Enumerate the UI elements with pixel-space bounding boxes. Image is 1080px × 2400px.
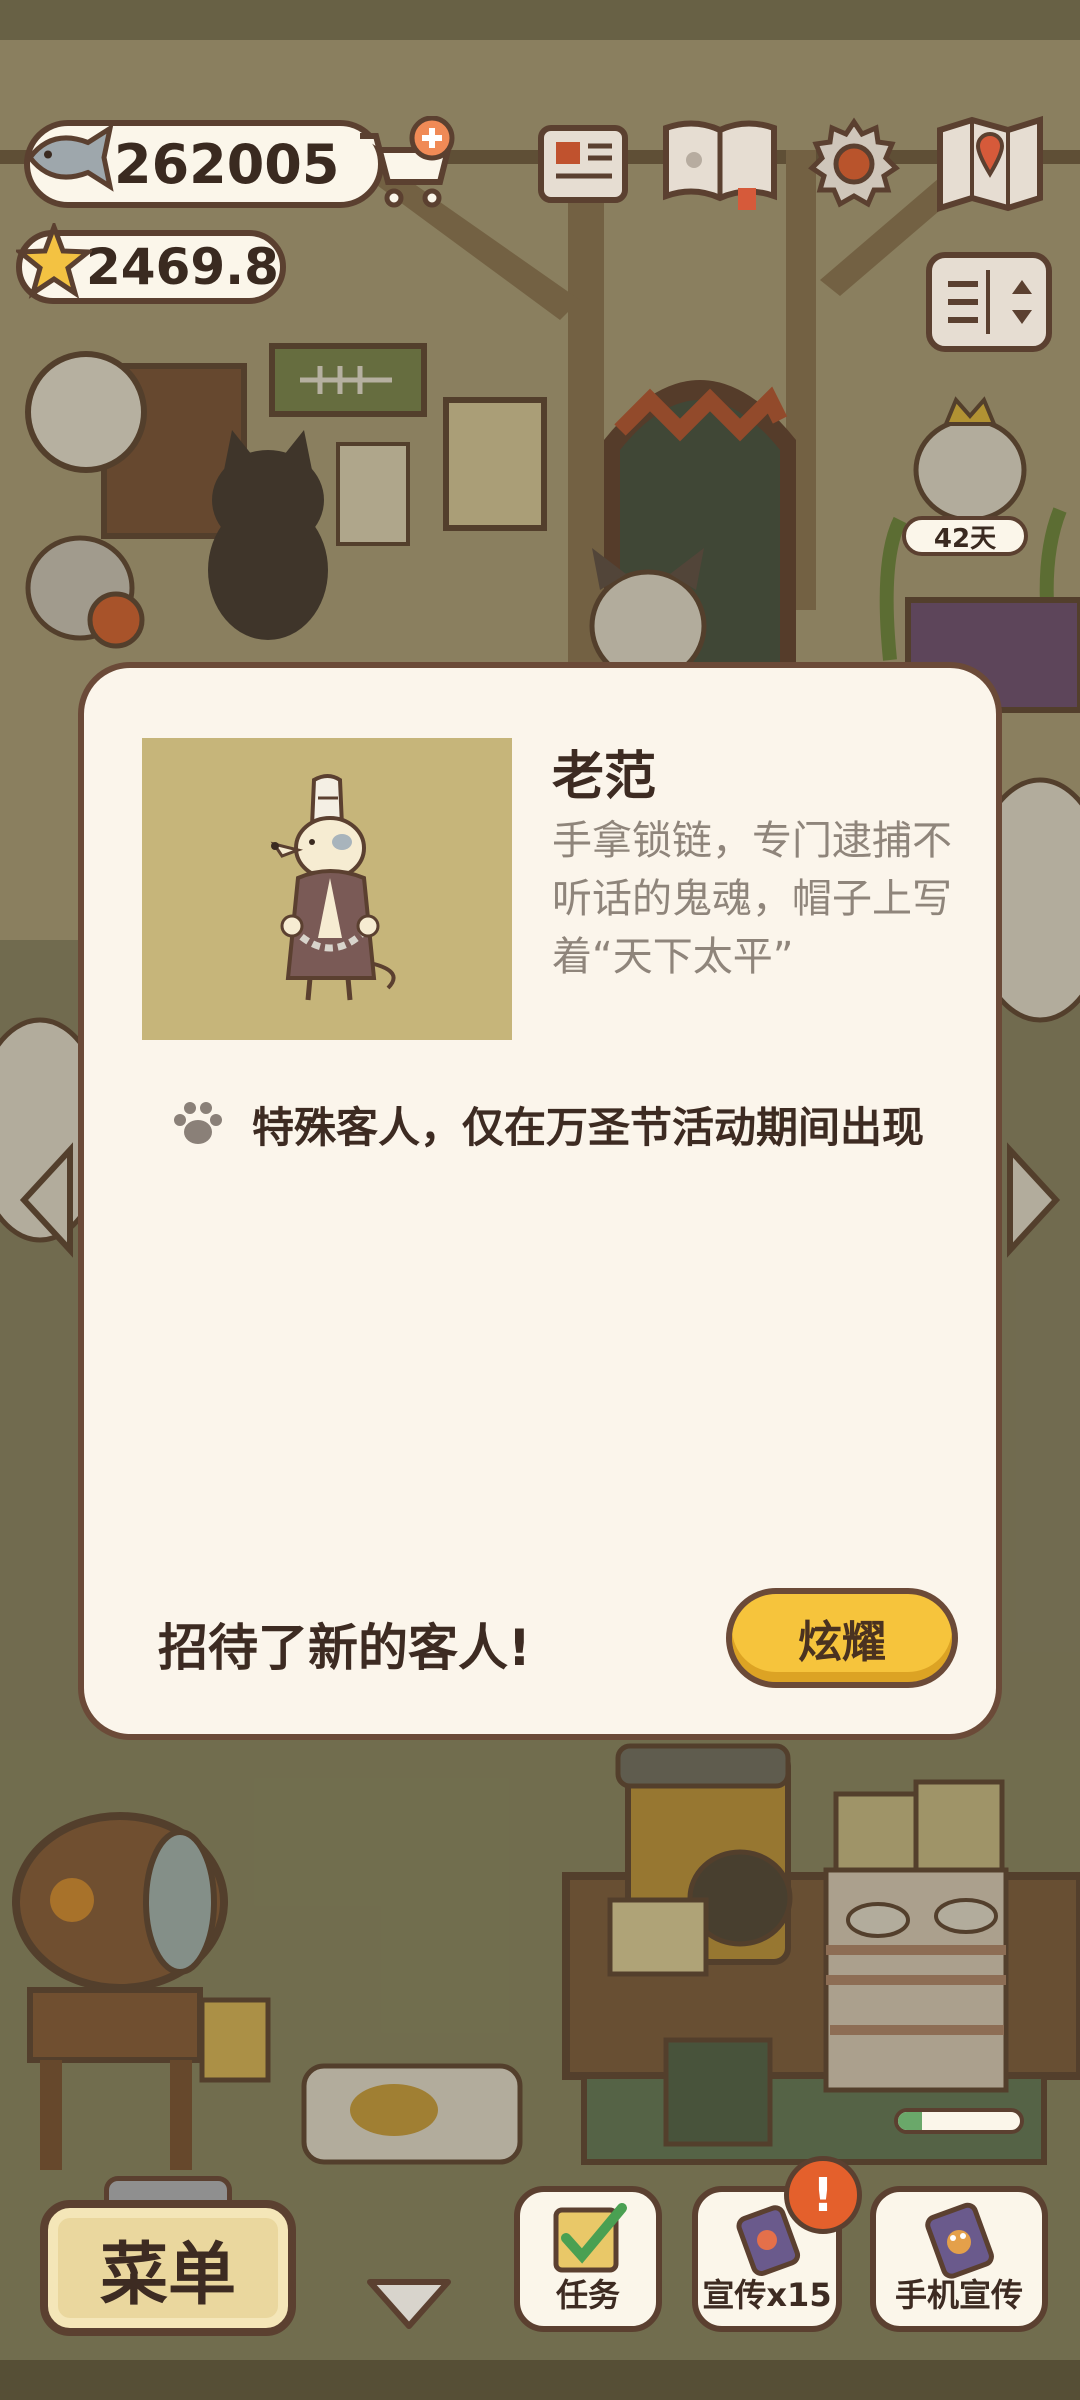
newspaper-icon[interactable] (536, 120, 630, 212)
layout-toggle-icon[interactable] (924, 250, 1054, 358)
guest-book-icon[interactable] (660, 116, 780, 216)
progress-bar (894, 2108, 1024, 2134)
chevron-down-icon[interactable] (364, 2274, 454, 2338)
event-days-tag: 42天 (902, 516, 1028, 556)
menu-button[interactable]: 菜单 (40, 2200, 296, 2336)
gear-icon[interactable] (806, 116, 902, 216)
menu-label: 菜单 (99, 2235, 236, 2315)
fish-amount: 262005 (114, 132, 340, 196)
fish-icon (24, 123, 116, 206)
paw-icon (170, 1098, 226, 1152)
show-off-label: 炫耀 (798, 1617, 886, 1668)
phone-promo-button[interactable]: 手机宣传 (870, 2186, 1048, 2332)
show-off-button[interactable]: 炫耀 (726, 1588, 958, 1688)
guest-description: 手拿锁链，专门逮捕不听话的鬼魂，帽子上写着“天下太平” (552, 818, 952, 980)
tasks-label: 任务 (555, 2276, 620, 2314)
alert-mark: ! (812, 2168, 834, 2222)
star-amount: 2469.8 (86, 238, 279, 296)
star-icon (13, 219, 95, 311)
new-guest-dialog: 老范 手拿锁链，专门逮捕不听话的鬼魂，帽子上写着“天下太平” 特殊客人，仅在万圣… (78, 662, 1002, 1740)
event-days-label: 42天 (933, 523, 997, 554)
map-icon[interactable] (934, 114, 1046, 216)
promo-label: 宣传x15 (702, 2276, 832, 2314)
alert-icon: ! (784, 2156, 862, 2234)
tasks-button[interactable]: 任务 (514, 2186, 662, 2332)
guest-portrait (142, 738, 512, 1040)
phone-promo-label: 手机宣传 (894, 2276, 1023, 2314)
new-guest-message: 招待了新的客人! (158, 1619, 531, 1677)
star-currency: 2469.8 (13, 219, 286, 304)
progress-fill (898, 2112, 923, 2130)
special-guest-note: 特殊客人，仅在万圣节活动期间出现 (252, 1103, 925, 1152)
cart-add-icon[interactable] (354, 115, 458, 216)
guest-name: 老范 (552, 747, 657, 807)
fish-currency: 262005 (24, 120, 384, 208)
